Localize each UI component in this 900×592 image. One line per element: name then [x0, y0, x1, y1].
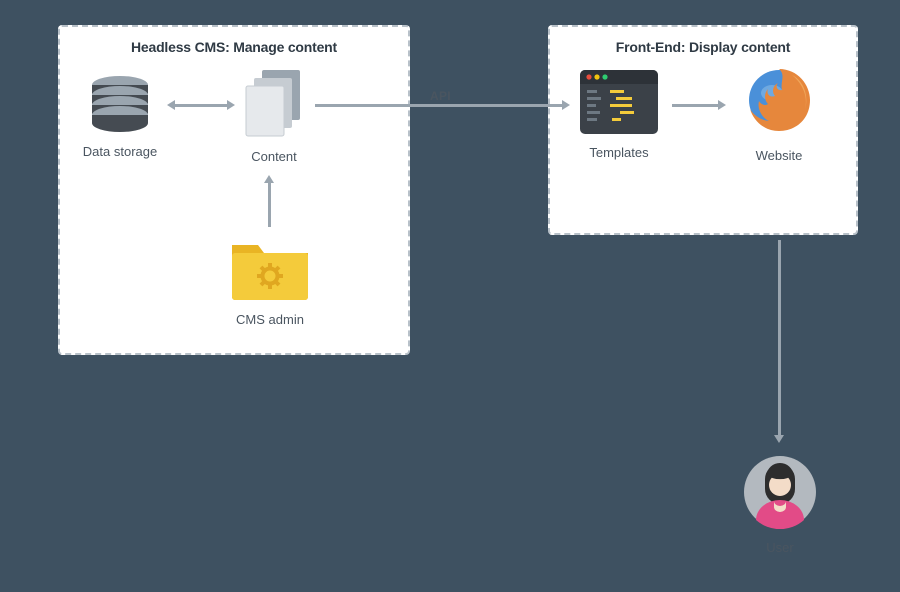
code-editor-icon: [580, 70, 658, 134]
node-data-storage: Data storage: [80, 75, 160, 159]
arrowhead-left-icon: [167, 100, 175, 110]
user-avatar-icon: [743, 455, 817, 529]
arrow-storage-content: [175, 104, 227, 107]
arrow-templates-website: [672, 104, 718, 107]
arrowhead-right-icon: [562, 100, 570, 110]
arrowhead-right-icon: [227, 100, 235, 110]
label-api: API: [430, 89, 451, 103]
folder-gear-icon: [228, 233, 312, 301]
node-cms-admin: CMS admin: [220, 233, 320, 327]
arrow-website-user: [778, 240, 781, 435]
node-user: User: [740, 455, 820, 555]
arrow-api: [315, 104, 562, 107]
node-templates: Templates: [575, 70, 663, 160]
database-icon: [85, 75, 155, 133]
arrowhead-down-icon: [774, 435, 784, 443]
label-templates: Templates: [575, 145, 663, 160]
arrowhead-up-icon: [264, 175, 274, 183]
label-user: User: [740, 540, 820, 555]
label-website: Website: [735, 148, 823, 163]
arrowhead-right-icon: [718, 100, 726, 110]
label-data-storage: Data storage: [80, 144, 160, 159]
arrow-admin-content: [268, 183, 271, 227]
node-website: Website: [735, 63, 823, 163]
node-content: Content: [238, 68, 310, 164]
label-content: Content: [238, 149, 310, 164]
panel-title-left: Headless CMS: Manage content: [60, 39, 408, 55]
panel-title-right: Front-End: Display content: [550, 39, 856, 55]
label-cms-admin: CMS admin: [220, 312, 320, 327]
browser-globe-icon: [742, 63, 816, 137]
documents-icon: [242, 68, 306, 138]
